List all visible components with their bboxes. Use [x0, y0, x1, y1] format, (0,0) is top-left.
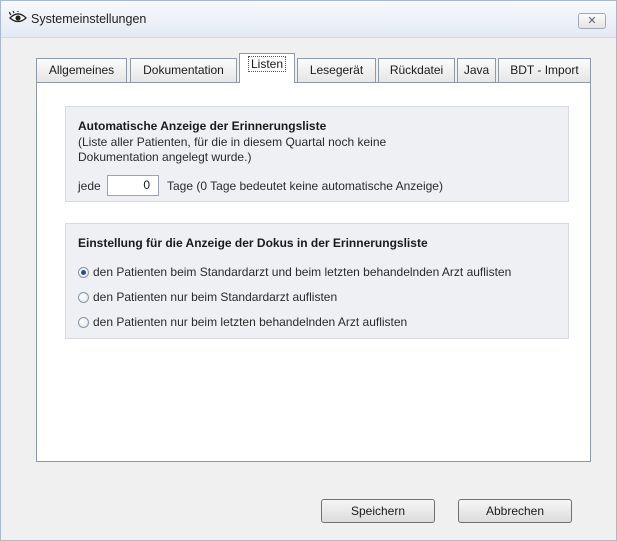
days-prefix-label: jede [78, 179, 101, 193]
tab-lesegeraet[interactable]: Lesegerät [297, 58, 376, 82]
auto-display-desc-2: Dokumentation angelegt wurde.) [78, 150, 252, 164]
eye-app-icon [9, 11, 27, 23]
radio-label: den Patienten nur beim letzten behandeln… [93, 315, 408, 329]
settings-window: Systemeinstellungen ✕ Allgemeines Dokume… [0, 0, 617, 541]
close-button[interactable]: ✕ [578, 13, 606, 29]
cancel-button[interactable]: Abbrechen [458, 499, 572, 523]
auto-display-title: Automatische Anzeige der Erinnerungslist… [78, 119, 327, 133]
radio-button[interactable] [78, 317, 89, 328]
tab-listen[interactable]: Listen [239, 53, 295, 83]
docs-display-title: Einstellung für die Anzeige der Dokus in… [78, 236, 428, 250]
radio-button-checked[interactable] [78, 267, 89, 278]
save-button[interactable]: Speichern [321, 499, 435, 523]
days-suffix-label: Tage (0 Tage bedeutet keine automatische… [167, 179, 443, 193]
docs-display-group: Einstellung für die Anzeige der Dokus in… [65, 223, 569, 339]
tab-java[interactable]: Java [457, 58, 496, 82]
tab-bdt-import[interactable]: BDT - Import [498, 58, 591, 82]
radio-label: den Patienten beim Standardarzt und beim… [93, 265, 512, 279]
title-bar: Systemeinstellungen ✕ [1, 1, 616, 38]
tab-panel-listen: Automatische Anzeige der Erinnerungslist… [36, 82, 591, 462]
days-input[interactable]: 0 [107, 175, 159, 196]
radio-label: den Patienten nur beim Standardarzt aufl… [93, 290, 338, 304]
radio-button[interactable] [78, 292, 89, 303]
tab-allgemeines[interactable]: Allgemeines [36, 58, 127, 82]
tab-rueckdatei[interactable]: Rückdatei [378, 58, 455, 82]
tab-dokumentation[interactable]: Dokumentation [130, 58, 237, 82]
auto-display-group: Automatische Anzeige der Erinnerungslist… [65, 106, 569, 202]
window-title: Systemeinstellungen [31, 12, 147, 26]
auto-display-desc-1: (Liste aller Patienten, für die in diese… [78, 135, 387, 149]
close-icon[interactable]: ✕ [579, 14, 605, 28]
